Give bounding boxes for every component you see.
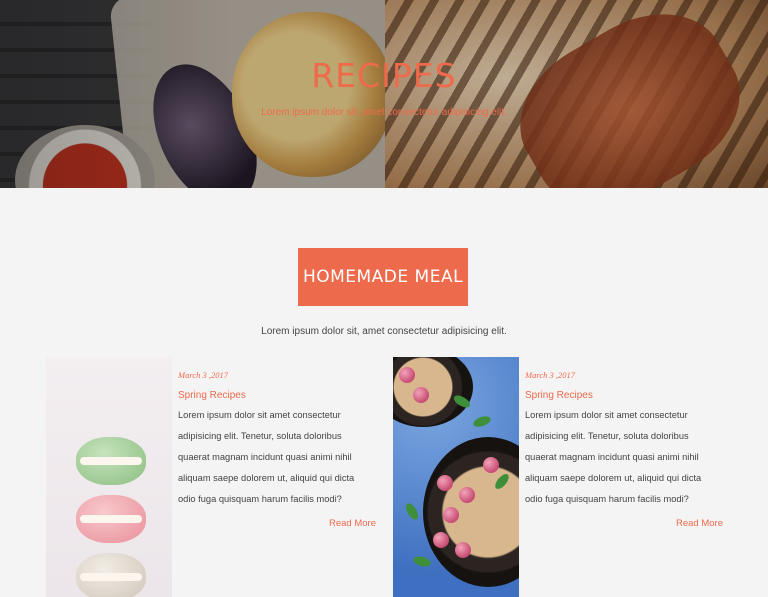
skillet-main bbox=[423, 437, 519, 587]
section-intro: Lorem ipsum dolor sit, amet consectetur … bbox=[261, 326, 507, 337]
post-category-link[interactable]: Spring Recipes bbox=[178, 390, 368, 401]
berry bbox=[443, 507, 459, 523]
leaf bbox=[412, 554, 432, 569]
leaf bbox=[472, 414, 492, 429]
berry bbox=[399, 367, 415, 383]
read-more-link[interactable]: Read More bbox=[329, 518, 376, 529]
post-date: March 3 ,2017 bbox=[525, 370, 575, 380]
post-excerpt: Lorem ipsum dolor sit amet consectetur a… bbox=[525, 410, 702, 504]
read-more-link[interactable]: Read More bbox=[676, 518, 723, 529]
berry bbox=[483, 457, 499, 473]
berry bbox=[459, 487, 475, 503]
hero-banner: RECIPES Lorem ipsum dolor sit, amet cons… bbox=[0, 0, 768, 188]
berry bbox=[455, 542, 471, 558]
post-category-link[interactable]: Spring Recipes bbox=[525, 390, 715, 401]
page-title: RECIPES bbox=[311, 56, 457, 95]
green-macaron bbox=[76, 437, 146, 485]
berry bbox=[413, 387, 429, 403]
post-excerpt: Lorem ipsum dolor sit amet consectetur a… bbox=[178, 410, 355, 504]
hero-subtitle: Lorem ipsum dolor sit, amet consectetur … bbox=[261, 107, 507, 118]
macaron-stack-photo[interactable] bbox=[46, 357, 172, 597]
berry bbox=[437, 475, 453, 491]
pink-macaron bbox=[76, 495, 146, 543]
section-badge: HOMEMADE MEAL bbox=[298, 248, 468, 306]
leaf bbox=[403, 501, 421, 522]
post-date: March 3 ,2017 bbox=[178, 370, 228, 380]
post-card: March 3 ,2017 Spring Recipes Lorem ipsum… bbox=[525, 368, 715, 510]
white-macaron bbox=[76, 553, 146, 597]
berry-skillet-photo[interactable] bbox=[393, 357, 519, 597]
berry bbox=[433, 532, 449, 548]
post-card: March 3 ,2017 Spring Recipes Lorem ipsum… bbox=[178, 368, 368, 510]
